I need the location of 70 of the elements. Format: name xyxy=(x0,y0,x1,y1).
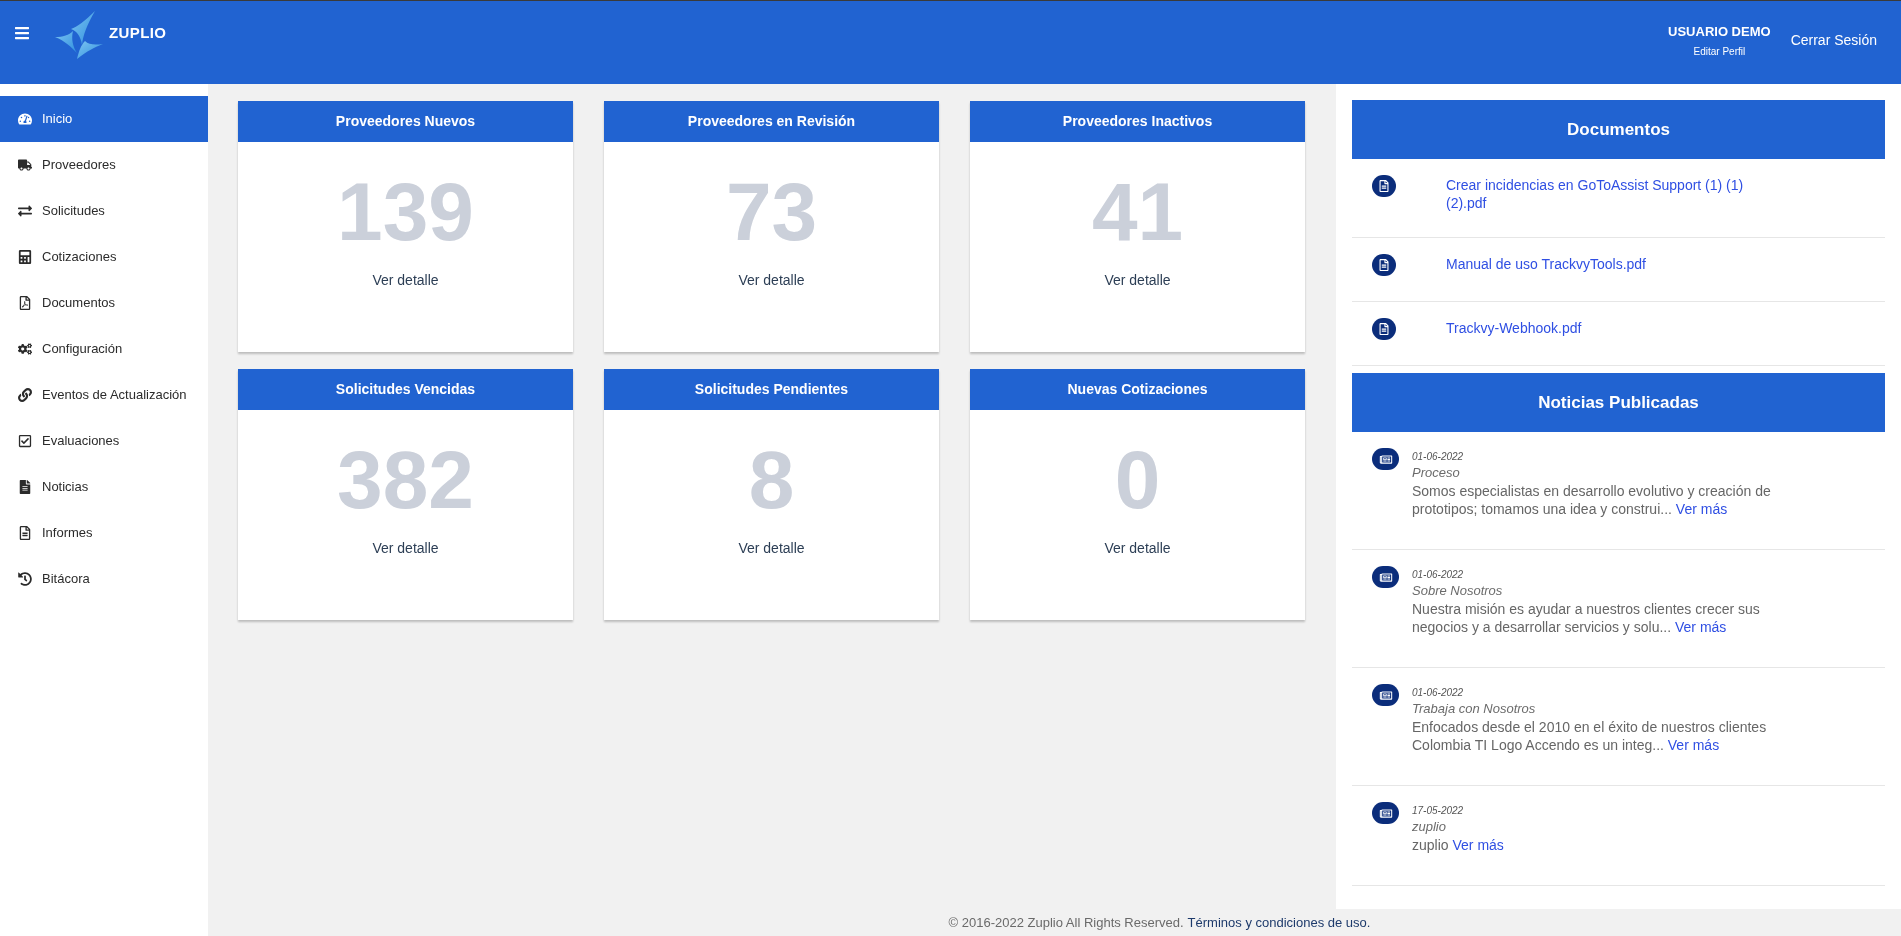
sidebar-item[interactable]: Inicio xyxy=(0,96,208,142)
card-title: Nuevas Cotizaciones xyxy=(1067,380,1208,399)
user-name: USUARIO DEMO xyxy=(1668,23,1771,41)
card-title: Proveedores Nuevos xyxy=(335,112,476,131)
news-item-title: Sobre Nosotros xyxy=(1412,582,1504,600)
sidebar-item[interactable]: Solicitudes xyxy=(0,188,208,234)
link-icon xyxy=(18,388,32,402)
card-title: Proveedores en Revisión xyxy=(687,112,856,131)
read-more-link[interactable]: Ver más xyxy=(1667,737,1720,753)
read-more-link[interactable]: Ver más xyxy=(1675,501,1728,517)
document-link[interactable]: Trackvy-Webhook.pdf xyxy=(1446,319,1582,337)
menu-icon[interactable] xyxy=(13,25,31,41)
copyright-text: © 2016-2022 Zuplio All Rights Reserved. xyxy=(948,913,1184,932)
view-detail-link[interactable]: Ver detalle xyxy=(372,270,439,290)
card-title: Proveedores Inactivos xyxy=(1062,112,1213,131)
sidebar-item[interactable]: Bitácora xyxy=(0,556,208,602)
news-item-title: Proceso xyxy=(1412,464,1461,482)
news-excerpt: zuplio Ver más xyxy=(1412,836,1504,854)
sidebar-item[interactable]: Documentos xyxy=(0,280,208,326)
history-icon xyxy=(18,572,32,586)
logout-link[interactable]: Cerrar Sesión xyxy=(1790,31,1877,49)
brand-name: ZUPLIO xyxy=(109,22,167,43)
news-excerpt: Nuestra misión es ayudar a nuestros clientes crecer sus negocios y a desarrollar servicios y solu... Ver más xyxy=(1412,600,1761,636)
news-date: 01-06-2022 xyxy=(1412,568,1465,582)
newspaper-icon xyxy=(1372,448,1399,470)
sidebar-item[interactable]: Evaluaciones xyxy=(0,418,208,464)
newspaper-icon xyxy=(1372,566,1399,588)
view-detail-link[interactable]: Ver detalle xyxy=(738,270,805,290)
read-more-link[interactable]: Ver más xyxy=(1675,619,1727,635)
document-outline-icon xyxy=(18,526,32,540)
calculator-icon xyxy=(18,250,32,264)
news-item-title: zuplio xyxy=(1412,818,1447,836)
filled-document-icon xyxy=(18,480,32,494)
news-date: 17-05-2022 xyxy=(1412,804,1465,818)
view-detail-link[interactable]: Ver detalle xyxy=(372,538,439,558)
sidebar-item[interactable]: Informes xyxy=(0,510,208,556)
sidebar-item[interactable]: Cotizaciones xyxy=(0,234,208,280)
star-logo-icon xyxy=(55,11,103,59)
document-link[interactable]: Crear incidencias en GoToAssist Support (1) (1) (2).pdf xyxy=(1446,176,1766,212)
news-item-title: Trabaja con Nosotros xyxy=(1412,700,1537,718)
sidebar-item[interactable]: Eventos de Actualización xyxy=(0,372,208,418)
truck-icon xyxy=(18,158,32,172)
gears-icon xyxy=(18,342,32,356)
arrows-icon xyxy=(18,204,32,218)
checkbox-icon xyxy=(18,434,32,448)
card-title: Solicitudes Vencidas xyxy=(335,380,476,399)
document-icon xyxy=(1372,175,1396,197)
document-icon xyxy=(1372,254,1396,276)
gauge-icon xyxy=(18,112,32,126)
view-detail-link[interactable]: Ver detalle xyxy=(738,538,805,558)
read-more-link[interactable]: Ver más xyxy=(1452,837,1504,853)
news-excerpt: Somos especialistas en desarrollo evolutivo y creación de prototipos; tomamos una idea y construi... Ver más xyxy=(1412,482,1772,518)
card-title: Solicitudes Pendientes xyxy=(694,380,849,399)
news-excerpt: Enfocados desde el 2010 en el éxito de nuestros clientes Colombia TI Logo Accendo es un integ... Ver más xyxy=(1412,718,1768,754)
newspaper-icon xyxy=(1372,802,1399,824)
news-section-title: Noticias Publicadas xyxy=(1538,391,1699,414)
view-detail-link[interactable]: Ver detalle xyxy=(1104,270,1171,290)
edit-profile-link[interactable]: Editar Perfil xyxy=(1693,45,1746,59)
news-date: 01-06-2022 xyxy=(1412,450,1465,464)
document-link[interactable]: Manual de uso TrackvyTools.pdf xyxy=(1446,255,1646,273)
news-date: 01-06-2022 xyxy=(1412,686,1465,700)
terms-link[interactable]: Términos y condiciones de uso. xyxy=(1187,912,1371,933)
document-icon xyxy=(1372,318,1396,340)
view-detail-link[interactable]: Ver detalle xyxy=(1104,538,1171,558)
sidebar-item[interactable]: Noticias xyxy=(0,464,208,510)
pdf-file-icon xyxy=(18,296,32,310)
sidebar-item[interactable]: Configuración xyxy=(0,326,208,372)
newspaper-icon xyxy=(1372,684,1399,706)
sidebar-item[interactable]: Proveedores xyxy=(0,142,208,188)
documents-title: Documentos xyxy=(1567,118,1670,141)
